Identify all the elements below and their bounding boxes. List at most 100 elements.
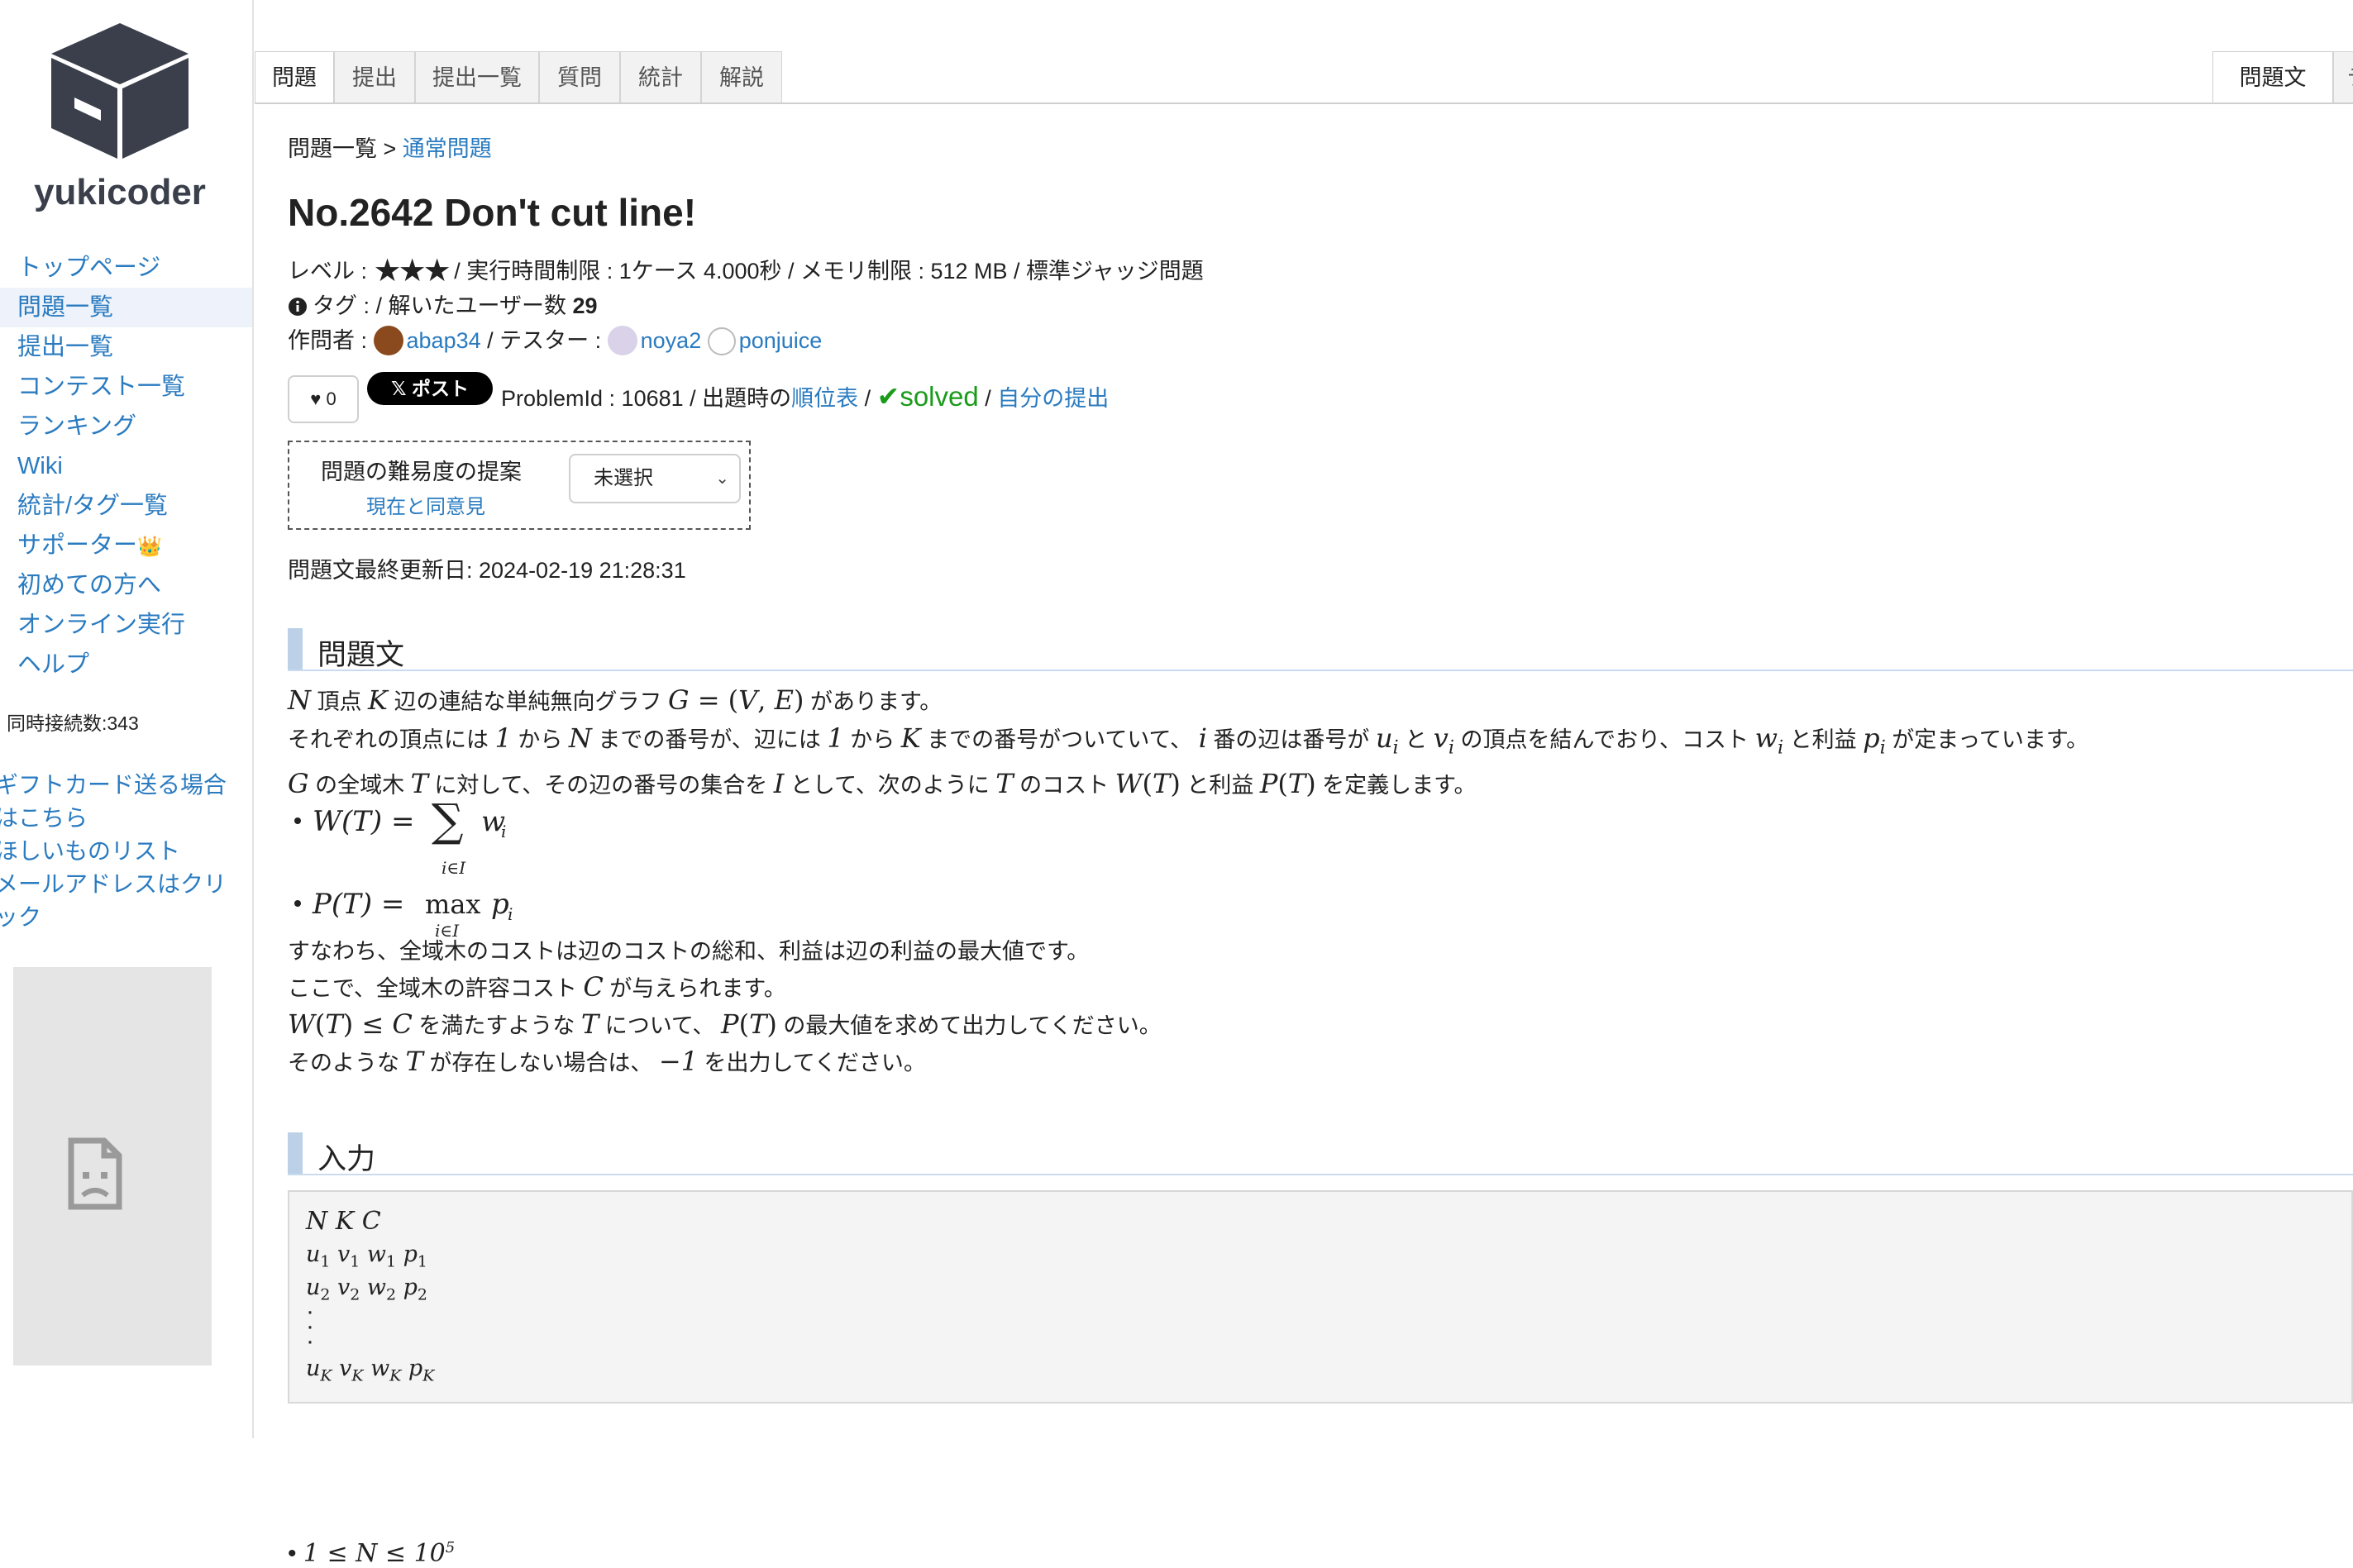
like-button[interactable]: ♥ 0 [288,375,359,423]
sidebar-item-beginners[interactable]: 初めての方へ [0,565,252,605]
tab-questions[interactable]: 質問 [539,51,620,102]
summary-line-4: そのような T が存在しない場合は、 −1 を出力してください。 [288,1046,926,1077]
sidebar-item-wiki[interactable]: Wiki [0,446,252,486]
tab-submissions[interactable]: 提出一覧 [415,51,539,102]
svg-text:W(T) =: W(T) = [313,805,414,838]
page-title: No.2642 Don't cut line! [288,191,697,234]
sidebar-item-top[interactable]: トップページ [0,248,252,288]
like-count: 0 [326,388,336,409]
svg-text:p: p [491,888,509,921]
tab-submit[interactable]: 提出 [334,51,415,102]
difficulty-vote-box: 問題の難易度の提案 現在と同意見 未選択 ⌄ [288,441,751,530]
concurrent-connections: 同時接続数:343 [7,713,139,734]
statement-line-1: N 頂点 K 辺の連結な単純無向グラフ G = (V, E) があります。 [288,684,943,716]
sidebar-nav: トップページ 問題一覧 提出一覧 コンテスト一覧 ランキング Wiki 統計/タ… [0,248,252,684]
author-avatar [373,326,403,355]
summary-line-3: W(T) ≤ C を満たすような T について、 P(T) の最大値を求めて出力… [288,1008,1162,1040]
tab-editorial[interactable]: 解説 [701,51,782,102]
chevron-down-icon: ⌄ [715,469,729,488]
level-line: レベル : ★★★ / 実行時間制限 : 1ケース 4.000秒 / メモリ制限… [288,252,1204,289]
info-icon[interactable] [288,297,308,317]
sidebar-item-ranking[interactable]: ランキング [0,407,252,446]
breadcrumb-separator: > [377,136,403,161]
standings-link[interactable]: 順位表 [791,386,858,411]
input-heading-text: 入力 [317,1143,376,1175]
star-icon: ★ [373,254,402,288]
tab-test[interactable]: テ [2333,51,2353,102]
author-link[interactable]: abap34 [407,328,481,353]
tester-label: / テスター : [480,328,608,353]
author-label: 作問者 : [288,328,374,353]
input-format-line: u1 v1 w1 p1 [306,1242,427,1271]
statement-heading-text: 問題文 [317,639,405,671]
input-format-line: uK vK wK pK [306,1356,435,1385]
tester-link-2[interactable]: ponjuice [739,328,823,353]
difficulty-select[interactable]: 未選択 ⌄ [569,454,741,503]
ad-placeholder [13,967,212,1365]
tags-line: タグ : / 解いたユーザー数 29 [288,288,598,320]
heart-icon: ♥ [310,388,322,409]
yukicoder-logo-icon[interactable] [41,17,198,165]
tab-stats[interactable]: 統計 [620,51,701,102]
problem-id-text: ProblemId : 10681 / 出題時の [501,386,792,411]
svg-text:P(T) =: P(T) = [312,888,404,921]
summary-line-2: ここで、全域木の許容コスト C が与えられます。 [288,971,786,1003]
heading-bar [288,628,303,670]
separator: / [978,386,998,411]
sidebar-item-submissions[interactable]: 提出一覧 [0,327,252,367]
sidebar-item-stats[interactable]: 統計/タグ一覧 [0,486,252,526]
svg-text:i∈I: i∈I [441,858,466,878]
sidebar-item-contests[interactable]: コンテスト一覧 [0,367,252,407]
input-format-line: N K C [306,1207,381,1236]
sidebar-item-online-exec[interactable]: オンライン実行 [0,605,252,645]
sidebar: yukicoder トップページ 問題一覧 提出一覧 コンテスト一覧 ランキング… [0,0,254,1438]
level-label: レベル : [288,259,374,284]
svg-text:∑: ∑ [432,794,464,846]
breadcrumb-current[interactable]: 通常問題 [403,136,492,161]
sidebar-item-supporter[interactable]: サポーター👑 [0,526,252,565]
broken-image-icon [68,1137,122,1210]
sidebar-item-help[interactable]: ヘルプ [0,645,252,684]
problem-id-line: ProblemId : 10681 / 出題時の順位表 / ✔solved / … [501,380,1109,412]
tester-avatar [707,327,736,355]
solved-users-count: 29 [572,293,598,318]
email-link[interactable]: メールアドレスはクリック [0,871,227,930]
statement-line-2: それぞれの頂点には 1 から N までの番号が、辺には 1 から K までの番号… [288,722,2089,759]
star-icon: ★ [422,254,451,288]
star-icon: ★ [398,254,427,288]
input-format-box: N K C u1 v1 w1 p1 u2 v2 w2 p2 · · · uK vK … [288,1190,2353,1404]
tab-problem[interactable]: 問題 [255,51,334,102]
post-to-x-button[interactable]: 𝕏 ポスト [367,372,493,405]
tab-statement[interactable]: 問題文 [2212,51,2333,102]
separator: / [858,386,877,411]
tester-link-1[interactable]: noya2 [641,328,702,353]
gift-card-link[interactable]: ギフトカード送る場合はこちら [0,772,227,831]
svg-text:max: max [425,889,480,920]
breadcrumb-root[interactable]: 問題一覧 [288,136,377,161]
problem-tabs: 問題 提出 提出一覧 質問 統計 解説 問題文 テ [255,51,2353,104]
post-label: ポスト [411,378,469,399]
last-updated: 問題文最終更新日: 2024-02-19 21:28:31 [288,558,686,583]
summary-line-1: すなわち、全域木のコストは辺のコストの総和、利益は辺の利益の最大値です。 [288,939,1090,964]
site-name[interactable]: yukicoder [0,172,240,213]
input-format-line: u2 v2 w2 p2 [306,1275,427,1304]
agree-current-link[interactable]: 現在と同意見 [366,490,485,519]
sidebar-links: ギフトカード送る場合はこちら ほしいものリスト メールアドレスはクリック [0,769,243,934]
difficulty-title: 問題の難易度の提案 [321,460,522,484]
heading-bar [288,1132,303,1174]
level-stars: ★★★ [374,254,451,288]
check-icon: ✔ [876,381,900,412]
crown-icon: 👑 [137,536,162,558]
difficulty-select-value: 未選択 [594,467,653,489]
definition-cost: W(T) = ∑ i∈I w i [294,794,542,894]
tester-avatar [607,326,637,355]
input-heading: 入力 [288,1132,2353,1175]
constraints-list: • 1 ≤ N ≤ 105 [288,1539,456,1568]
svg-text:i: i [501,822,506,841]
limits-text: / 実行時間制限 : 1ケース 4.000秒 / メモリ制限 : 512 MB … [447,259,1204,284]
my-submissions-link[interactable]: 自分の提出 [997,386,1109,411]
breadcrumb: 問題一覧 > 通常問題 [288,131,492,163]
statement-summary: すなわち、全域木のコストは辺のコストの総和、利益は辺の利益の最大値です。 ここで… [288,934,2353,1081]
wishlist-link[interactable]: ほしいものリスト [0,838,180,864]
sidebar-item-problems[interactable]: 問題一覧 [0,288,252,327]
